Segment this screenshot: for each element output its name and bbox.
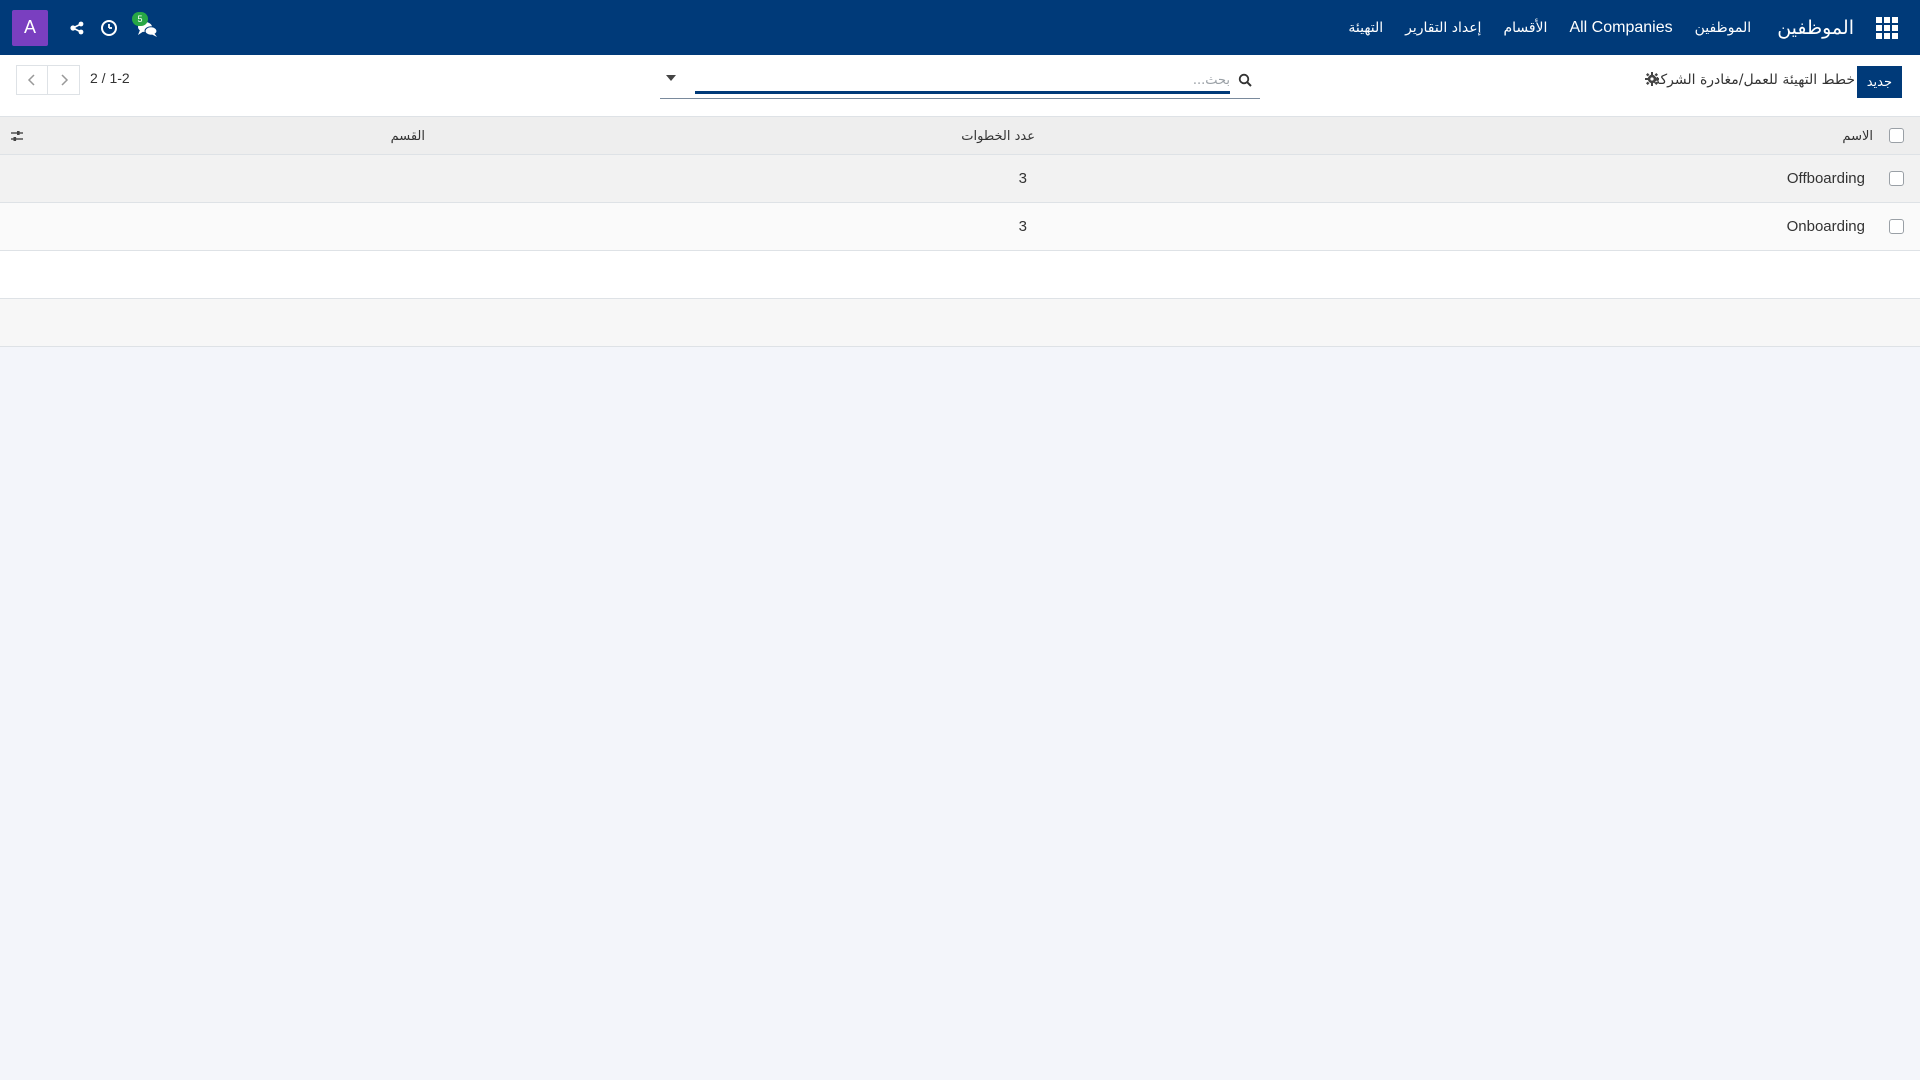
search-focus-underline — [695, 91, 1230, 94]
search-bar — [660, 67, 1260, 99]
menu-configuration[interactable]: التهيئة — [1348, 20, 1383, 36]
main-menu: الموظفين الموظفين All Companies الأقسام … — [1326, 0, 1898, 55]
user-avatar[interactable]: A — [12, 9, 48, 46]
menu-employees[interactable]: الموظفين — [1695, 20, 1752, 36]
search-icon[interactable] — [1238, 72, 1252, 87]
top-navbar: الموظفين الموظفين All Companies الأقسام … — [0, 0, 1920, 55]
menu-departments[interactable]: الأقسام — [1503, 20, 1547, 36]
search-options-toggle[interactable] — [666, 75, 676, 81]
share-icon[interactable] — [68, 19, 86, 37]
cell-name: Offboarding — [1786, 170, 1865, 187]
app-title[interactable]: الموظفين — [1777, 17, 1854, 39]
column-header-department[interactable]: القسم — [391, 129, 425, 144]
empty-row — [0, 251, 1920, 299]
breadcrumb: خطط التهيئة للعمل/مغادرة الشركة — [1652, 72, 1855, 88]
cell-steps: 3 — [1018, 218, 1027, 235]
new-button[interactable]: جديد — [1856, 66, 1902, 98]
list-header: الاسم عدد الخطوات القسم — [0, 117, 1920, 155]
pager-previous-button[interactable] — [16, 65, 48, 95]
clock-icon[interactable] — [100, 19, 118, 37]
table-row[interactable]: Onboarding 3 — [0, 203, 1920, 251]
cell-steps: 3 — [1018, 170, 1027, 187]
chevron-right-icon — [60, 74, 68, 86]
search-input[interactable] — [695, 69, 1232, 91]
systray: A 5 — [12, 0, 162, 55]
plans-list: الاسم عدد الخطوات القسم Offboarding 3 On… — [0, 117, 1920, 347]
control-panel: جديد خطط التهيئة للعمل/مغادرة الشركة بحث… — [0, 55, 1920, 117]
column-header-steps[interactable]: عدد الخطوات — [961, 129, 1035, 144]
empty-row — [0, 299, 1920, 347]
column-header-name[interactable]: الاسم — [1842, 129, 1873, 144]
pager-buttons — [16, 65, 80, 95]
menu-reporting[interactable]: إعداد التقارير — [1405, 20, 1481, 36]
row-checkbox[interactable] — [1889, 170, 1904, 186]
gear-icon[interactable] — [1645, 71, 1659, 86]
menu-all-companies[interactable]: All Companies — [1569, 19, 1672, 37]
row-checkbox[interactable] — [1889, 218, 1904, 234]
chat-button[interactable]: 5 — [132, 11, 162, 39]
chat-counter-badge: 5 — [132, 11, 148, 26]
apps-grid-icon[interactable] — [1876, 16, 1898, 39]
table-row[interactable]: Offboarding 3 — [0, 155, 1920, 203]
pager-value[interactable]: 1-2 / 2 — [90, 70, 130, 86]
chevron-left-icon — [27, 74, 35, 86]
pager-next-button[interactable] — [48, 65, 80, 95]
select-all-checkbox[interactable] — [1889, 127, 1904, 143]
cell-name: Onboarding — [1786, 218, 1865, 235]
sliders-icon[interactable] — [10, 129, 24, 143]
